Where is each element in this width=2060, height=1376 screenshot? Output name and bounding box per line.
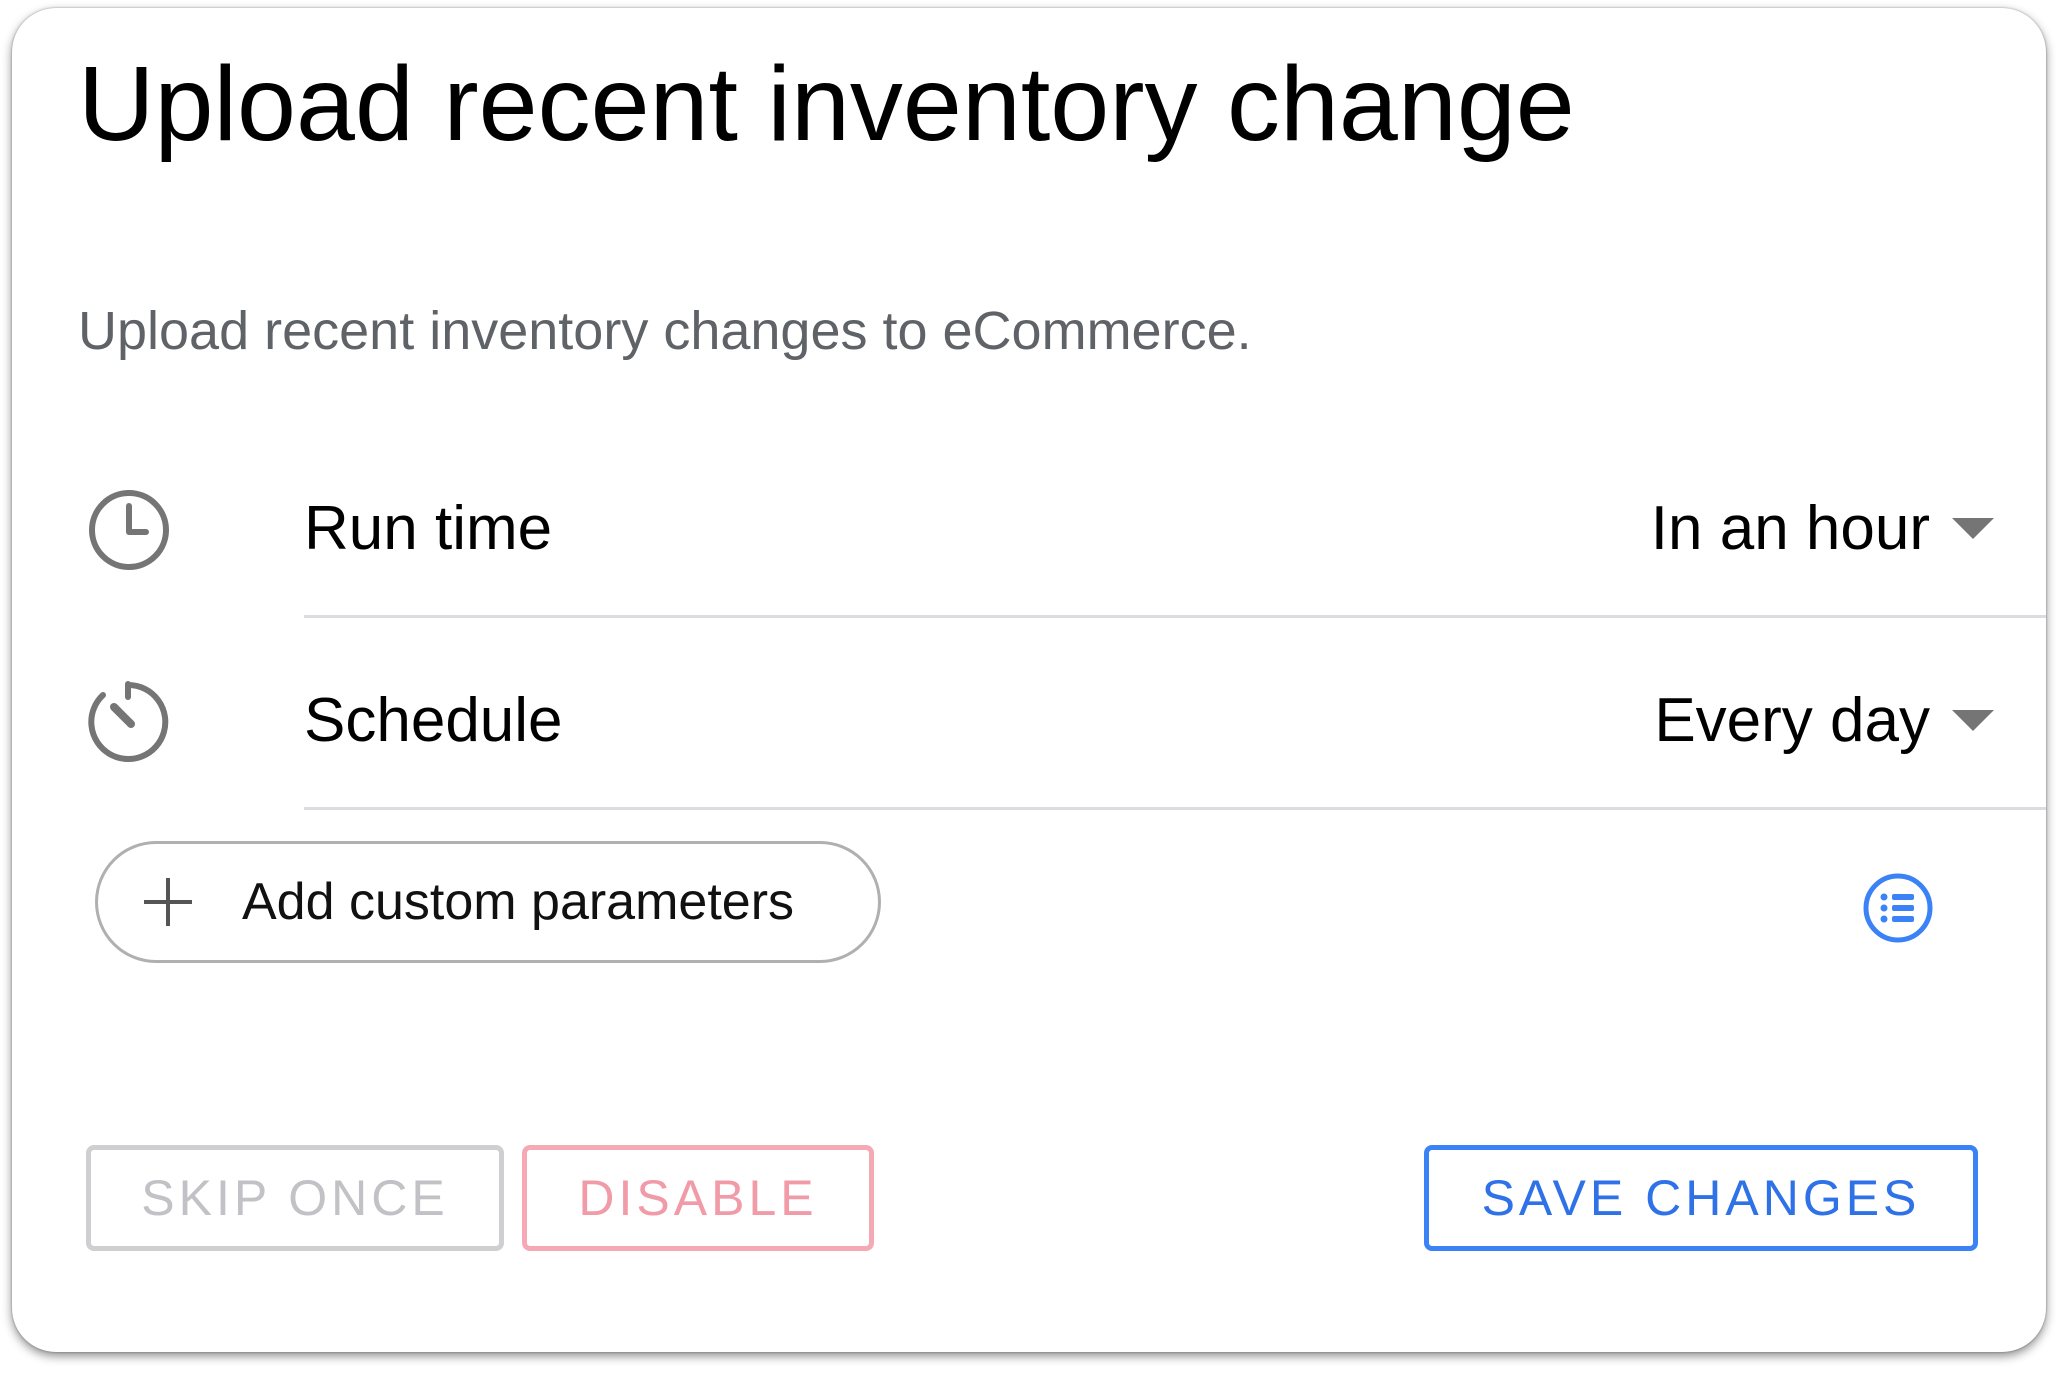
clock-icon [84, 485, 174, 575]
timer-icon [84, 677, 174, 767]
dropdown-caret-icon [1952, 518, 1994, 539]
task-dialog: Upload recent inventory change Upload re… [12, 8, 2046, 1352]
schedule-value: Every day [1654, 686, 1930, 755]
list-icon[interactable] [1862, 872, 1934, 944]
run-time-select[interactable]: In an hour [1651, 493, 1994, 564]
dialog-title: Upload recent inventory change [78, 45, 1575, 163]
plus-icon [144, 878, 192, 926]
schedule-label: Schedule [304, 686, 563, 755]
dialog-description: Upload recent inventory changes to eComm… [78, 301, 1252, 361]
schedule-select[interactable]: Every day [1654, 685, 1994, 756]
run-time-divider [304, 615, 2046, 618]
skip-once-button[interactable]: SKIP ONCE [86, 1145, 504, 1251]
disable-button[interactable]: DISABLE [522, 1145, 874, 1251]
run-time-row: Run time In an hour [12, 433, 2046, 623]
run-time-value: In an hour [1650, 494, 1930, 563]
save-changes-button[interactable]: SAVE CHANGES [1424, 1145, 1978, 1251]
dropdown-caret-icon [1952, 710, 1994, 731]
run-time-label: Run time [304, 494, 553, 563]
add-custom-parameters-label: Add custom parameters [242, 873, 795, 931]
schedule-divider [304, 807, 2046, 810]
schedule-row: Schedule Every day [12, 625, 2046, 815]
add-custom-parameters-button[interactable]: Add custom parameters [95, 841, 881, 963]
